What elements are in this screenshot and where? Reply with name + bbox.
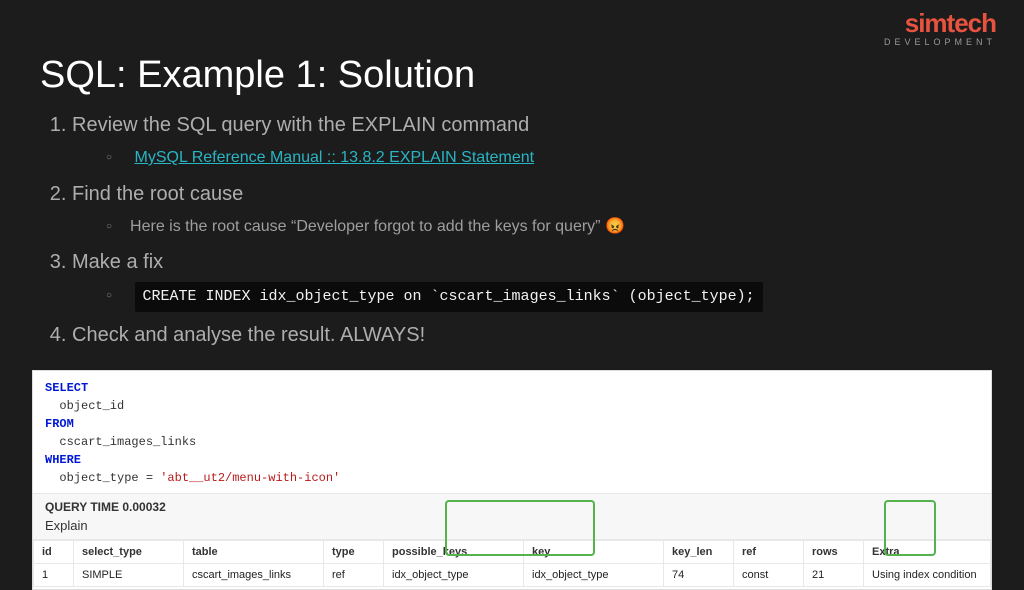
create-index-code: CREATE INDEX idx_object_type on `cscart_…: [135, 282, 763, 312]
col-possible-keys: possible_keys: [384, 541, 524, 564]
cell-rows: 21: [804, 564, 864, 587]
col-ref: ref: [734, 541, 804, 564]
cell-select-type: SIMPLE: [74, 564, 184, 587]
step-2-text: Find the root cause: [72, 183, 243, 205]
query-time-label: QUERY TIME: [45, 500, 119, 514]
step-3: Make a fix CREATE INDEX idx_object_type …: [72, 249, 984, 312]
step-3-code-item: CREATE INDEX idx_object_type on `cscart_…: [106, 282, 984, 312]
mysql-docs-link[interactable]: MySQL Reference Manual :: 13.8.2 EXPLAIN…: [135, 149, 535, 166]
cell-extra: Using index condition: [864, 564, 991, 587]
brand-logo: simtech DEVELOPMENT: [884, 8, 996, 47]
sql-kw-select: SELECT: [45, 381, 88, 395]
step-3-text: Make a fix: [72, 251, 163, 273]
slide-body: Review the SQL query with the EXPLAIN co…: [40, 112, 984, 359]
explain-section-label: Explain: [33, 516, 991, 540]
step-4-text: Check and analyse the result. ALWAYS!: [72, 324, 425, 346]
col-key: key: [524, 541, 664, 564]
sql-kw-where: WHERE: [45, 453, 81, 467]
sql-where-col: object_type =: [45, 471, 160, 485]
solution-steps-list: Review the SQL query with the EXPLAIN co…: [40, 112, 984, 349]
brand-logo-sub: DEVELOPMENT: [884, 37, 996, 47]
query-time-row: QUERY TIME 0.00032: [33, 493, 991, 516]
query-time-value: 0.00032: [122, 500, 165, 514]
cell-id: 1: [34, 564, 74, 587]
step-2: Find the root cause Here is the root cau…: [72, 181, 984, 240]
col-type: type: [324, 541, 384, 564]
step-1-sub: MySQL Reference Manual :: 13.8.2 EXPLAIN…: [72, 145, 984, 171]
step-1-link-item: MySQL Reference Manual :: 13.8.2 EXPLAIN…: [106, 145, 984, 171]
cell-type: ref: [324, 564, 384, 587]
step-3-sub: CREATE INDEX idx_object_type on `cscart_…: [72, 282, 984, 312]
explain-header-row: id select_type table type possible_keys …: [34, 541, 991, 564]
cell-ref: const: [734, 564, 804, 587]
step-2-rootcause: Here is the root cause “Developer forgot…: [106, 214, 984, 240]
col-extra: Extra: [864, 541, 991, 564]
col-id: id: [34, 541, 74, 564]
col-key-len: key_len: [664, 541, 734, 564]
sql-preview: SELECT object_id FROM cscart_images_link…: [33, 371, 991, 493]
step-2-sub: Here is the root cause “Developer forgot…: [72, 214, 984, 240]
sql-select-cols: object_id: [45, 399, 124, 413]
col-select-type: select_type: [74, 541, 184, 564]
slide-title: SQL: Example 1: Solution: [40, 54, 475, 97]
cell-possible-keys: idx_object_type: [384, 564, 524, 587]
cell-key-len: 74: [664, 564, 734, 587]
col-rows: rows: [804, 541, 864, 564]
step-4: Check and analyse the result. ALWAYS!: [72, 322, 984, 349]
explain-data-row: 1 SIMPLE cscart_images_links ref idx_obj…: [34, 564, 991, 587]
sql-kw-from: FROM: [45, 417, 74, 431]
brand-logo-main: simtech: [884, 8, 996, 39]
step-1: Review the SQL query with the EXPLAIN co…: [72, 112, 984, 171]
sql-from-table: cscart_images_links: [45, 435, 196, 449]
cell-key: idx_object_type: [524, 564, 664, 587]
cell-table: cscart_images_links: [184, 564, 324, 587]
explain-result-pane: SELECT object_id FROM cscart_images_link…: [32, 370, 992, 590]
step-1-text: Review the SQL query with the EXPLAIN co…: [72, 114, 529, 136]
explain-table: id select_type table type possible_keys …: [33, 540, 991, 587]
sql-where-val: 'abt__ut2/menu-with-icon': [160, 471, 340, 485]
col-table: table: [184, 541, 324, 564]
